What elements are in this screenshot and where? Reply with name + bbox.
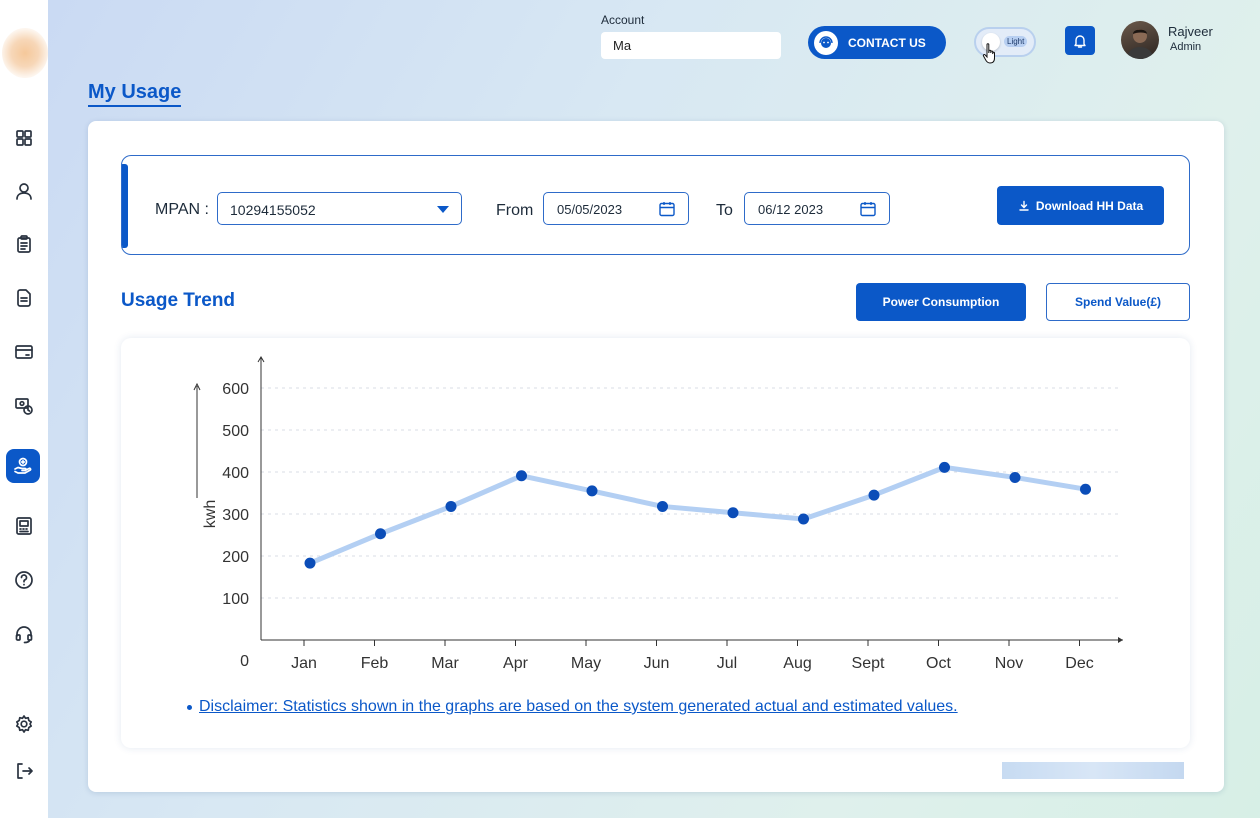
- data-point: [939, 461, 950, 473]
- x-tick-label: Mar: [431, 655, 459, 672]
- y-tick-label: 0: [240, 653, 249, 670]
- y-tick-label: 400: [222, 465, 249, 482]
- data-point: [868, 489, 880, 501]
- settings-icon[interactable]: [12, 712, 36, 736]
- filter-accent-bar: [122, 164, 128, 248]
- notifications-button[interactable]: [1065, 26, 1095, 55]
- hand-cursor-icon: [982, 43, 995, 64]
- usage-card: MPAN : 10294155052 From 05/05/2023 To 06…: [88, 121, 1224, 792]
- mpan-value: 10294155052: [230, 202, 316, 218]
- data-point: [798, 513, 809, 525]
- help-icon[interactable]: [12, 568, 36, 592]
- usage-line-chart: 0 100 200 300 400 500 600 kwh Jan Feb Mar Apr May Jun…: [193, 356, 1123, 672]
- card-icon[interactable]: [12, 340, 36, 364]
- download-hh-data-button[interactable]: Download HH Data: [997, 186, 1164, 225]
- usage-chart: 0 100 200 300 400 500 600 kwh Jan Feb Mar Apr May Jun…: [121, 338, 1190, 748]
- to-date-field[interactable]: 06/12 2023: [744, 192, 890, 225]
- spend-value-button[interactable]: Spend Value(£): [1046, 283, 1190, 321]
- y-tick-label: 500: [222, 423, 249, 440]
- contact-us-label: CONTACT US: [848, 35, 926, 50]
- bell-icon: [1074, 34, 1086, 48]
- sidebar: [0, 0, 48, 818]
- y-tick-label: 300: [222, 507, 249, 524]
- footer-placeholder-bar: [1002, 762, 1184, 779]
- user-role: Admin: [1170, 41, 1202, 53]
- to-label: To: [716, 202, 733, 219]
- account-label: Account: [601, 13, 645, 27]
- account-combobox[interactable]: [601, 32, 781, 59]
- calendar-icon[interactable]: [658, 200, 676, 218]
- x-tick-label: Jun: [644, 655, 670, 672]
- filter-panel: MPAN : 10294155052 From 05/05/2023 To 06…: [121, 155, 1190, 255]
- download-icon: [1019, 200, 1029, 211]
- x-tick-label: May: [571, 655, 601, 672]
- data-point: [657, 500, 668, 512]
- data-point: [727, 507, 739, 519]
- headset-icon[interactable]: [12, 622, 36, 646]
- clipboard-icon[interactable]: [12, 232, 36, 256]
- usage-hand-icon[interactable]: [6, 449, 40, 483]
- data-point: [445, 500, 457, 512]
- theme-label: Light: [1004, 36, 1028, 47]
- avatar[interactable]: [1121, 21, 1159, 59]
- disclaimer-text[interactable]: Disclaimer: Statistics shown in the grap…: [199, 698, 958, 715]
- from-date-value: 05/05/2023: [557, 202, 623, 217]
- caret-down-icon: [437, 206, 449, 213]
- account-input[interactable]: [601, 32, 781, 59]
- meter-icon[interactable]: [12, 514, 36, 538]
- y-axis-label: kwh: [202, 500, 219, 528]
- documents-icon[interactable]: [12, 286, 36, 310]
- x-tick-label: Sept: [852, 655, 885, 672]
- x-tick-label: Jul: [717, 655, 737, 672]
- y-tick-label: 200: [222, 549, 249, 566]
- x-tick-label: Jan: [291, 655, 317, 672]
- y-tick-label: 600: [222, 381, 249, 398]
- series-line: [307, 464, 1088, 566]
- data-point: [304, 557, 316, 569]
- data-point: [1080, 483, 1091, 495]
- disclaimer[interactable]: Disclaimer: Statistics shown in the grap…: [187, 698, 958, 716]
- logout-icon[interactable]: [12, 759, 36, 783]
- x-axis-arrow: [1118, 637, 1123, 643]
- x-tick-label: Feb: [361, 655, 389, 672]
- from-label: From: [496, 202, 534, 219]
- from-date-field[interactable]: 05/05/2023: [543, 192, 689, 225]
- usage-trend-title: Usage Trend: [121, 290, 236, 311]
- mpan-label: MPAN :: [155, 201, 209, 218]
- contact-us-button[interactable]: CONTACT US: [808, 26, 946, 59]
- data-point: [375, 528, 386, 540]
- support-agent-icon: [814, 30, 838, 55]
- billing-clock-icon[interactable]: [12, 394, 36, 418]
- download-label: Download HH Data: [1035, 198, 1144, 213]
- dashboard-icon[interactable]: [12, 126, 36, 150]
- to-date-value: 06/12 2023: [758, 202, 824, 217]
- x-tick-label: Nov: [995, 655, 1023, 672]
- data-point: [1009, 471, 1021, 483]
- calendar-icon[interactable]: [859, 200, 877, 218]
- mpan-select[interactable]: 10294155052: [217, 192, 462, 225]
- data-point: [516, 470, 527, 482]
- y-tick-label: 100: [222, 591, 249, 608]
- x-tick-label: Dec: [1065, 655, 1093, 672]
- user-name: Rajveer: [1168, 24, 1213, 39]
- x-tick-label: Oct: [926, 655, 951, 672]
- user-icon[interactable]: [12, 179, 36, 203]
- x-tick-label: Aug: [783, 655, 811, 672]
- x-tick-label: Apr: [503, 655, 529, 672]
- power-consumption-button[interactable]: Power Consumption: [856, 283, 1026, 321]
- logo: [2, 28, 48, 78]
- data-point: [586, 485, 598, 497]
- page-title: My Usage: [88, 81, 182, 107]
- bullet: [187, 705, 192, 710]
